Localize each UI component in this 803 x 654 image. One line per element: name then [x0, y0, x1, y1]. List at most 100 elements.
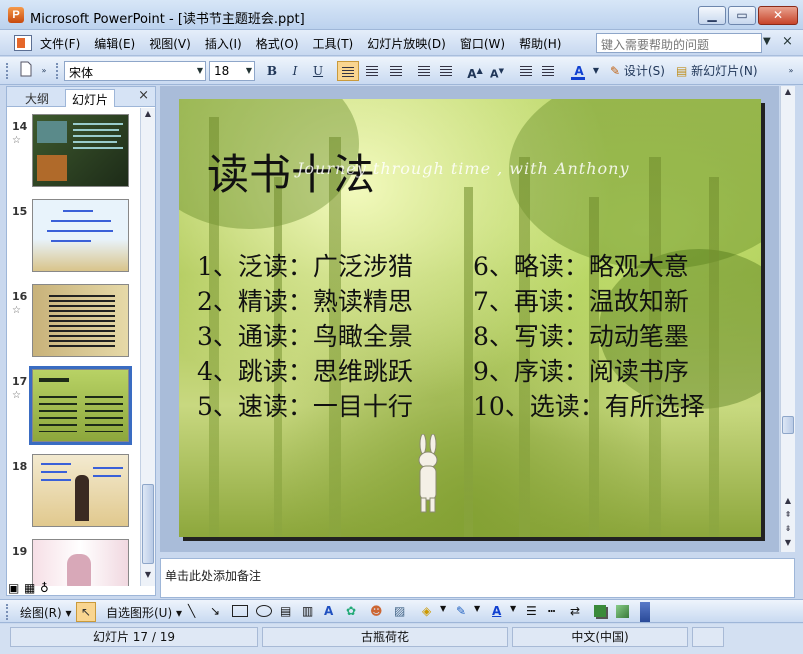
line-tool-icon[interactable]: ╲ [188, 604, 195, 618]
3d-style-icon[interactable] [616, 605, 629, 618]
decrease-indent-button[interactable] [516, 61, 536, 81]
toolbar-more-icon[interactable]: » [784, 61, 798, 81]
shrink-font-button[interactable]: A▼ [488, 61, 506, 81]
chevron-down-icon[interactable]: ▼ [440, 604, 446, 613]
italic-button[interactable]: I [285, 61, 305, 81]
align-center-button[interactable] [361, 61, 383, 81]
scrollbar-thumb[interactable] [142, 484, 154, 564]
tab-slides[interactable]: 幻灯片 [65, 89, 116, 107]
slide-thumbnail-14[interactable] [32, 114, 129, 187]
new-document-icon[interactable] [16, 61, 36, 81]
menu-view[interactable]: 视图(V) [149, 35, 191, 52]
font-color-button[interactable]: A [568, 61, 590, 81]
arrow-style-icon[interactable]: ⇄ [570, 604, 580, 618]
thumbnail-scrollbar[interactable]: ▲ ▼ [140, 108, 155, 586]
slide-list-right[interactable]: 6、略读：略观大意 7、再读：温故知新 8、写读：动动笔墨 9、序读：阅读书序 … [473, 249, 705, 424]
numbering-button[interactable] [414, 61, 434, 81]
powerpoint-app-icon[interactable]: P [8, 7, 24, 23]
font-color-icon[interactable]: A [492, 604, 501, 618]
scroll-up-icon[interactable]: ▲ [781, 496, 795, 510]
shadow-style-icon[interactable] [594, 605, 606, 617]
menu-edit[interactable]: 编辑(E) [94, 35, 135, 52]
notes-placeholder: 单击此处添加备注 [165, 569, 262, 583]
maximize-button[interactable]: ▭ [728, 6, 756, 25]
next-slide-icon[interactable]: ⇟ [781, 524, 795, 538]
scroll-up-icon[interactable]: ▲ [781, 87, 795, 101]
slide-list-left[interactable]: 1、泛读：广泛涉猎 2、精读：熟读精思 3、通读：鸟瞰全景 4、跳读：思维跳跃 … [197, 249, 413, 424]
slide-thumbnail-15[interactable] [32, 199, 129, 272]
wordart-icon[interactable]: A [324, 604, 333, 618]
scroll-down-icon[interactable]: ▼ [141, 570, 155, 584]
chevron-down-icon[interactable]: ▼ [763, 36, 771, 47]
scroll-down-icon[interactable]: ▼ [781, 538, 795, 552]
chevron-down-icon[interactable]: ▼ [474, 604, 480, 613]
fill-color-icon[interactable]: ◈ [422, 604, 431, 618]
slide-thumbnail-17[interactable] [29, 366, 132, 445]
toolbar-grip[interactable] [6, 604, 9, 620]
notes-pane[interactable]: 单击此处添加备注 [160, 558, 795, 598]
bullets-button[interactable] [436, 61, 456, 81]
arrow-tool-icon[interactable]: ↘ [210, 604, 220, 618]
chevron-down-icon[interactable]: ▼ [510, 604, 516, 613]
panel-close-icon[interactable]: × [138, 88, 149, 103]
thumbnail-text-line [73, 141, 117, 143]
textbox-tool-icon[interactable]: ▤ [280, 604, 291, 618]
close-button[interactable]: ✕ [758, 6, 798, 25]
scroll-up-icon[interactable]: ▲ [141, 109, 155, 123]
document-icon[interactable] [14, 35, 32, 51]
line-style-icon[interactable]: ☰ [526, 604, 537, 618]
insert-picture-icon[interactable]: ▨ [394, 604, 405, 618]
toolbar-grip[interactable] [6, 63, 9, 79]
toolbar-grip-2[interactable] [56, 63, 59, 79]
slide-thumbnail-18[interactable] [32, 454, 129, 527]
status-design-name[interactable]: 古瓶荷花 [262, 627, 508, 647]
current-slide[interactable]: 读书十法 Journey through time , with Anthony… [179, 99, 761, 537]
menu-insert[interactable]: 插入(I) [205, 35, 242, 52]
slide-thumbnail-19[interactable] [32, 539, 129, 586]
document-close-icon[interactable]: × [782, 34, 793, 49]
menu-file[interactable]: 文件(F) [40, 35, 80, 52]
underline-button[interactable]: U [308, 61, 328, 81]
scrollbar-thumb[interactable] [782, 416, 794, 434]
thumbnail-text-block [49, 295, 115, 349]
status-language: 中文(中国) [512, 627, 688, 647]
align-left-button[interactable] [337, 61, 359, 81]
design-button[interactable]: ✎ 设计(S) [610, 61, 672, 81]
clipart-icon[interactable]: ☻ [370, 604, 383, 618]
previous-slide-icon[interactable]: ⇞ [781, 510, 795, 524]
increase-indent-button[interactable] [538, 61, 558, 81]
toolbar-options-icon[interactable] [640, 602, 650, 622]
draw-menu-button[interactable]: 绘图(R) ▾ [20, 604, 72, 621]
chevron-down-icon: ▼ [245, 66, 252, 75]
grow-font-button[interactable]: A▲ [466, 61, 484, 81]
slideshow-view-icon[interactable]: ♁ [40, 581, 49, 595]
minimize-button[interactable]: ▁ [698, 6, 726, 25]
diagram-icon[interactable]: ✿ [346, 604, 356, 618]
select-pointer-icon[interactable]: ↖ [76, 602, 96, 622]
menu-tools[interactable]: 工具(T) [313, 35, 354, 52]
menu-slideshow[interactable]: 幻灯片放映(D) [367, 35, 446, 52]
toolbar-options-icon[interactable]: » [38, 61, 50, 81]
menu-format[interactable]: 格式(O) [256, 35, 299, 52]
menu-help[interactable]: 帮助(H) [519, 35, 561, 52]
dash-style-icon[interactable]: ┅ [548, 604, 555, 618]
help-search-input[interactable]: 键入需要帮助的问题 [596, 33, 762, 53]
vertical-textbox-icon[interactable]: ▥ [302, 604, 313, 618]
line-color-icon[interactable]: ✎ [456, 604, 466, 618]
slide-scrollbar[interactable]: ▲ ▲ ⇞ ⇟ ▼ [780, 86, 795, 552]
normal-view-icon[interactable]: ▣ [8, 581, 19, 595]
font-color-dropdown[interactable]: ▼ [591, 61, 601, 81]
oval-tool-icon[interactable] [256, 605, 272, 617]
autoshapes-menu-button[interactable]: 自选图形(U) ▾ [106, 604, 182, 621]
slide-sorter-view-icon[interactable]: ▦ [24, 581, 35, 595]
tab-outline[interactable]: 大纲 [19, 89, 55, 107]
rectangle-tool-icon[interactable] [232, 605, 248, 617]
slide-thumbnail-16[interactable] [32, 284, 129, 357]
font-size-select[interactable]: 18 ▼ [209, 61, 255, 81]
new-slide-button[interactable]: ▤ 新幻灯片(N) [676, 61, 764, 81]
menu-window[interactable]: 窗口(W) [460, 35, 505, 52]
font-name-select[interactable]: 宋体 ▼ [64, 61, 206, 81]
list-item: 3、通读：鸟瞰全景 [197, 322, 413, 351]
bold-button[interactable]: B [262, 61, 282, 81]
align-right-button[interactable] [385, 61, 407, 81]
